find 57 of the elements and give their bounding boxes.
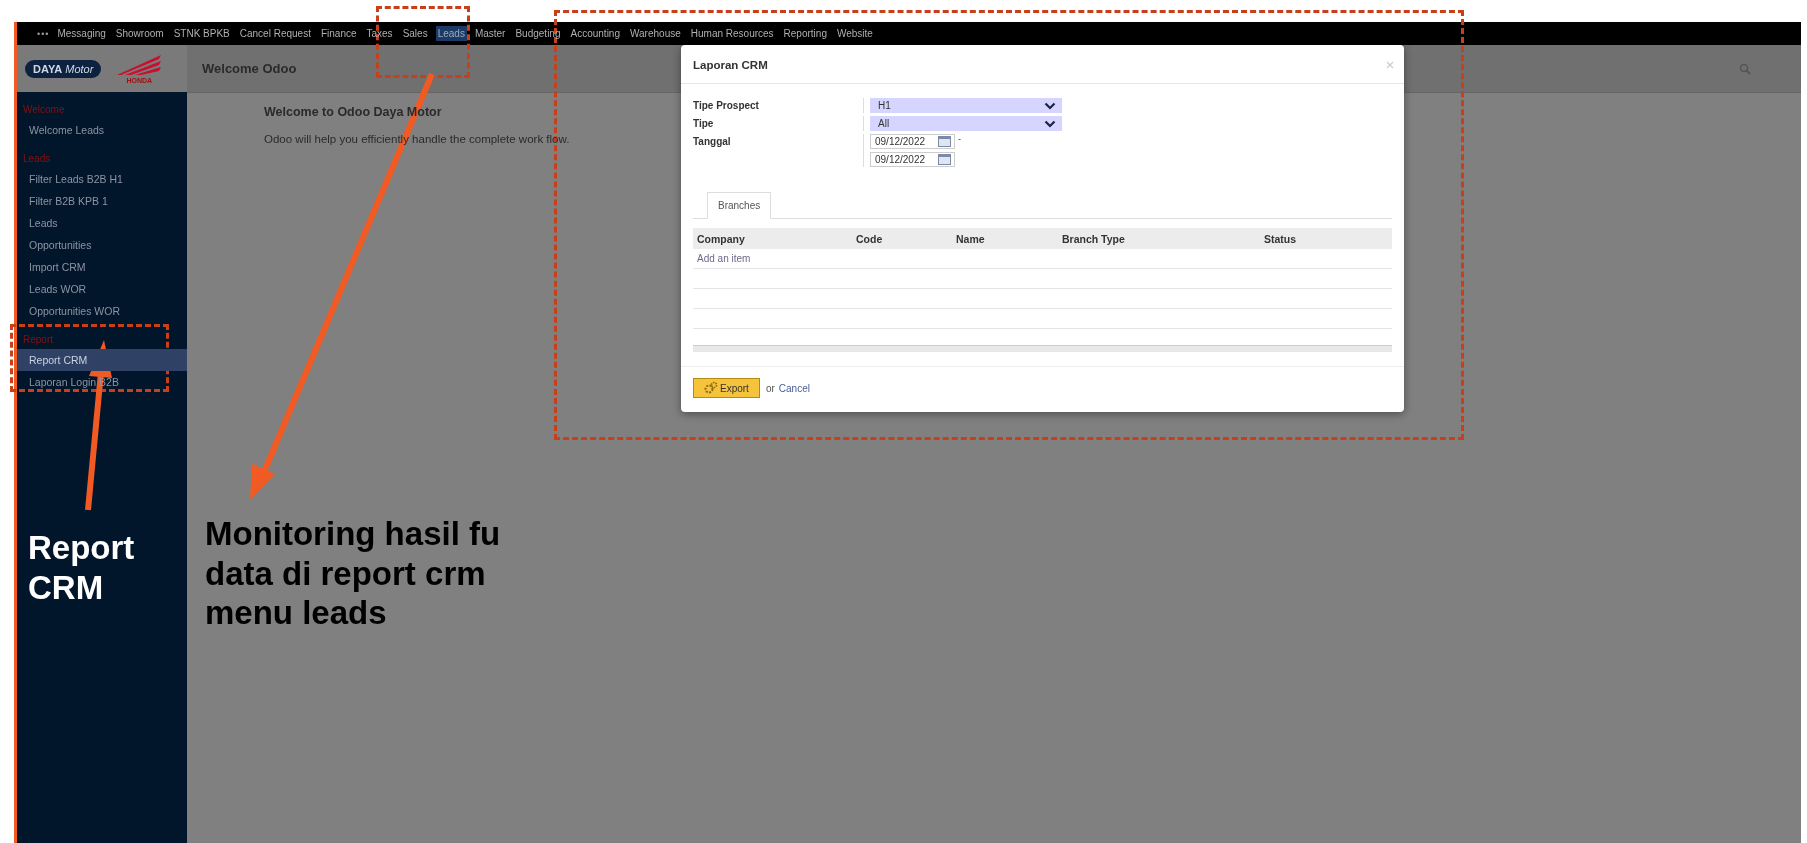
- menu-item[interactable]: Website: [834, 26, 875, 41]
- chevron-down-icon: [1044, 101, 1056, 110]
- sidebar-item[interactable]: Filter Leads B2B H1: [17, 168, 187, 190]
- chevron-down-icon: [1044, 119, 1056, 128]
- date-field[interactable]: 09/12/2022: [870, 134, 955, 149]
- sidebar-item[interactable]: Opportunities WOR: [17, 300, 187, 322]
- menu-item[interactable]: Sales: [400, 26, 430, 41]
- sidebar-item[interactable]: Welcome Leads: [17, 119, 187, 141]
- menu-item[interactable]: Budgeting: [513, 26, 563, 41]
- search-icon[interactable]: [1739, 62, 1751, 75]
- sidebar-item[interactable]: Filter B2B KPB 1: [17, 190, 187, 212]
- close-icon[interactable]: [1386, 61, 1394, 69]
- field-label: Tipe: [693, 117, 715, 131]
- menu-item[interactable]: Finance: [318, 26, 359, 41]
- sidebar-item[interactable]: Leads: [17, 212, 187, 234]
- menu-item[interactable]: Showroom: [113, 26, 166, 41]
- annotation-text: Report CRM: [28, 528, 136, 608]
- page-title: Welcome Odoo: [202, 61, 297, 76]
- sidebar-item[interactable]: Opportunities: [17, 234, 187, 256]
- menu-item[interactable]: Warehouse: [628, 26, 683, 41]
- menu-item[interactable]: Cancel Request: [237, 26, 313, 41]
- more-menu-dots[interactable]: •••: [37, 28, 50, 39]
- sidebar-heading: Report: [22, 333, 54, 347]
- dialog-title: Laporan CRM: [693, 59, 768, 71]
- menu-item[interactable]: Messaging: [55, 26, 108, 41]
- field-label: Tanggal: [693, 135, 732, 149]
- column-header: Company: [697, 232, 746, 245]
- add-item-link[interactable]: Add an item: [697, 253, 751, 264]
- or-text: or: [765, 382, 775, 394]
- menu-item[interactable]: Taxes: [364, 26, 395, 41]
- column-header: Status: [1264, 232, 1297, 245]
- column-header: Name: [956, 232, 986, 245]
- select-field[interactable]: H1: [870, 98, 1062, 113]
- annotation-text: Monitoring hasil fu data di report crm menu leads: [205, 514, 502, 633]
- export-button[interactable]: Export: [693, 378, 760, 398]
- select-field[interactable]: All: [870, 116, 1062, 131]
- range-separator: -: [958, 134, 961, 144]
- menu-item[interactable]: Leads: [435, 26, 467, 41]
- menu-item[interactable]: Human Resources: [688, 26, 776, 41]
- tab[interactable]: Branches: [707, 192, 772, 219]
- date-field[interactable]: 09/12/2022: [870, 152, 955, 167]
- menu-item[interactable]: STNK BPKB: [171, 26, 232, 41]
- sidebar-item[interactable]: Import CRM: [17, 256, 187, 278]
- sidebar-heading: Welcome: [22, 103, 66, 117]
- menu-item[interactable]: Accounting: [568, 26, 622, 41]
- column-header: Branch Type: [1062, 232, 1126, 245]
- field-label: Tipe Prospect: [693, 99, 760, 113]
- cancel-link[interactable]: Cancel: [778, 382, 810, 394]
- menu-item[interactable]: Master: [472, 26, 508, 41]
- calendar-icon[interactable]: [938, 154, 951, 165]
- gears-icon: [704, 381, 718, 395]
- sidebar-heading: Leads: [22, 152, 52, 166]
- calendar-icon[interactable]: [938, 136, 951, 147]
- sidebar-item[interactable]: Leads WOR: [17, 278, 187, 300]
- menu-item[interactable]: Reporting: [781, 26, 829, 41]
- sidebar-item[interactable]: Report CRM: [17, 349, 187, 371]
- column-header: Code: [856, 232, 884, 245]
